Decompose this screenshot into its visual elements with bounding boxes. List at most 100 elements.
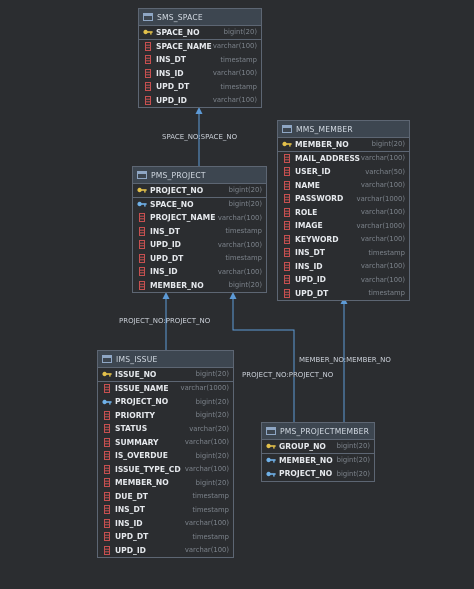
column-row[interactable]: INS_DT timestamp [139,53,261,67]
column-row[interactable]: UPD_ID varchar(100) [98,544,233,558]
column-row[interactable]: UPD_ID varchar(100) [133,238,266,252]
column-row[interactable]: INS_ID varchar(100) [133,265,266,279]
column-name: USER_ID [295,167,331,177]
column-name: INS_ID [156,68,184,78]
column-row[interactable]: UPD_DT timestamp [98,530,233,544]
table-header[interactable]: SMS_SPACE [139,9,261,26]
column-row[interactable]: SPACE_NO bigint(20) [139,26,261,40]
column-row[interactable]: DUE_DT timestamp [98,490,233,504]
column-row[interactable]: PROJECT_NO bigint(20) [98,395,233,409]
column-row[interactable]: UPD_DT timestamp [139,80,261,94]
column-row[interactable]: PASSWORD varchar(1000) [278,192,409,206]
column-row[interactable]: MAIL_ADDRESS varchar(100) [278,152,409,166]
column-row[interactable]: ISSUE_NO bigint(20) [98,368,233,382]
column-type: varchar(100) [212,42,257,51]
column-row[interactable]: STATUS varchar(20) [98,422,233,436]
column-type: varchar(100) [184,519,229,528]
table-icon [137,171,147,179]
column-row[interactable]: SPACE_NO bigint(20) [133,198,266,212]
relation-label-member-projectmember: MEMBER_NO:MEMBER_NO [299,356,391,364]
column-icon [282,275,292,285]
table-ims-issue[interactable]: IMS_ISSUE ISSUE_NO bigint(20) ISSUE_NAME var… [97,350,234,558]
table-header[interactable]: PMS_PROJECT [133,167,266,184]
column-row[interactable]: PROJECT_NO bigint(20) [262,467,374,481]
column-name: STATUS [115,424,148,434]
column-icon [102,410,112,420]
column-row[interactable]: PROJECT_NAME varchar(100) [133,211,266,225]
table-pms-projectmember[interactable]: PMS_PROJECTMEMBER GROUP_NO bigint(20) MEMBE… [261,422,375,482]
column-row[interactable]: USER_ID varchar(50) [278,165,409,179]
column-type: bigint(20) [228,281,262,290]
column-row[interactable]: IMAGE varchar(1000) [278,219,409,233]
table-header[interactable]: IMS_ISSUE [98,351,233,368]
column-row[interactable]: ROLE varchar(100) [278,206,409,220]
column-icon [102,383,112,393]
column-row[interactable]: PROJECT_NO bigint(20) [133,184,266,198]
column-type: bigint(20) [336,469,370,478]
column-row[interactable]: MEMBER_NO bigint(20) [262,454,374,468]
column-type: varchar(100) [360,275,405,284]
column-name: PROJECT_NO [115,397,169,407]
column-row[interactable]: MEMBER_NO bigint(20) [133,279,266,293]
column-name: UPD_DT [115,532,149,542]
column-row[interactable]: KEYWORD varchar(100) [278,233,409,247]
table-name: PMS_PROJECTMEMBER [280,426,370,436]
column-row[interactable]: MEMBER_NO bigint(20) [98,476,233,490]
column-icon [102,518,112,528]
column-row[interactable]: MEMBER_NO bigint(20) [278,138,409,152]
table-header[interactable]: MMS_MEMBER [278,121,409,138]
column-row[interactable]: ISSUE_NAME varchar(1000) [98,382,233,396]
column-type: varchar(100) [217,267,262,276]
column-icon [282,234,292,244]
column-name: UPD_ID [156,95,187,105]
column-row[interactable]: INS_ID varchar(100) [278,260,409,274]
column-name: PASSWORD [295,194,344,204]
column-type: varchar(20) [189,424,229,433]
table-header[interactable]: PMS_PROJECTMEMBER [262,423,374,440]
column-row[interactable]: IS_OVERDUE bigint(20) [98,449,233,463]
table-pms-project[interactable]: PMS_PROJECT PROJECT_NO bigint(20) SPACE_NO b… [132,166,267,293]
column-row[interactable]: INS_DT timestamp [133,225,266,239]
column-type: varchar(100) [184,438,229,447]
column-row[interactable]: INS_DT timestamp [98,503,233,517]
column-row[interactable]: PRIORITY bigint(20) [98,409,233,423]
column-row[interactable]: ISSUE_TYPE_CD varchar(100) [98,463,233,477]
column-row[interactable]: INS_ID varchar(100) [139,67,261,81]
column-type: varchar(1000) [356,194,405,203]
column-row[interactable]: NAME varchar(100) [278,179,409,193]
column-icon [282,180,292,190]
column-name: ISSUE_NAME [115,383,169,393]
column-row[interactable]: INS_DT timestamp [278,246,409,260]
column-row[interactable]: UPD_DT timestamp [278,287,409,301]
column-type: varchar(100) [360,208,405,217]
column-type: varchar(100) [360,154,405,163]
column-type: varchar(100) [212,69,257,78]
column-row[interactable]: GROUP_NO bigint(20) [262,440,374,454]
column-name: SUMMARY [115,437,159,447]
table-icon [266,427,276,435]
column-icon [282,221,292,231]
foreign-key-icon [266,456,276,465]
column-type: bigint(20) [195,451,229,460]
column-icon [102,451,112,461]
column-type: timestamp [192,505,229,514]
column-type: bigint(20) [195,370,229,379]
column-row[interactable]: UPD_ID varchar(100) [139,94,261,108]
column-type: varchar(100) [360,262,405,271]
column-icon [102,478,112,488]
column-row[interactable]: UPD_ID varchar(100) [278,273,409,287]
foreign-key-icon [266,469,276,478]
column-row[interactable]: UPD_DT timestamp [133,252,266,266]
table-icon [102,355,112,363]
table-sms-space[interactable]: SMS_SPACE SPACE_NO bigint(20) SPACE_NAME var… [138,8,262,108]
column-type: timestamp [192,492,229,501]
table-icon [282,125,292,133]
column-row[interactable]: SPACE_NAME varchar(100) [139,40,261,54]
column-name: PRIORITY [115,410,156,420]
table-mms-member[interactable]: MMS_MEMBER MEMBER_NO bigint(20) MAIL_ADDRES… [277,120,410,301]
column-row[interactable]: SUMMARY varchar(100) [98,436,233,450]
column-name: INS_DT [115,505,145,515]
column-row[interactable]: INS_ID varchar(100) [98,517,233,531]
column-name: DUE_DT [115,491,148,501]
column-icon [102,464,112,474]
